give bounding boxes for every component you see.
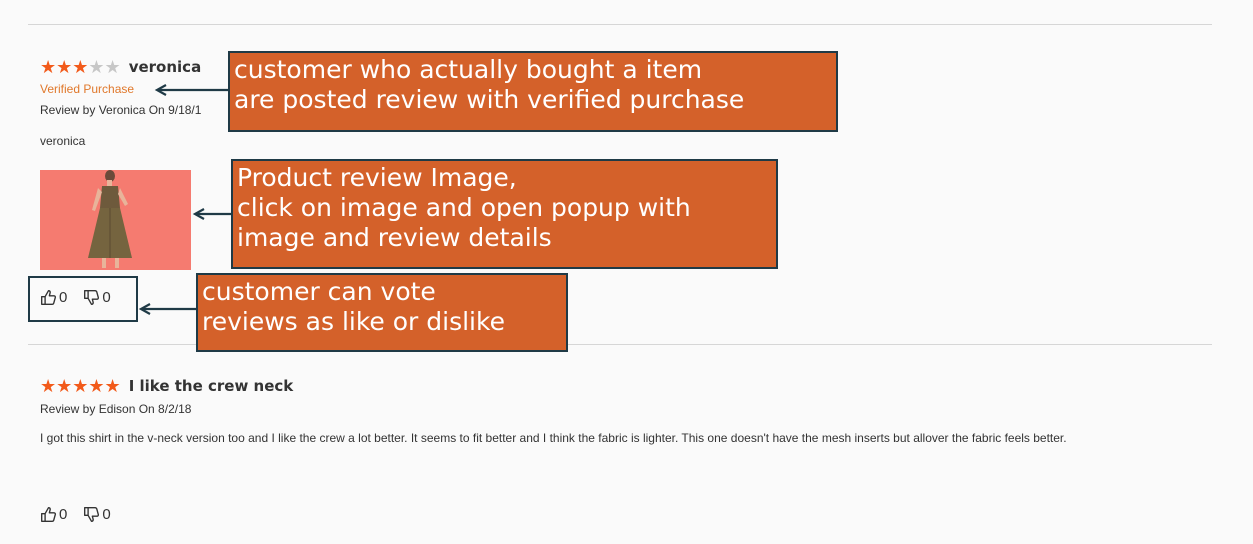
annotation-arrows	[138, 84, 231, 315]
